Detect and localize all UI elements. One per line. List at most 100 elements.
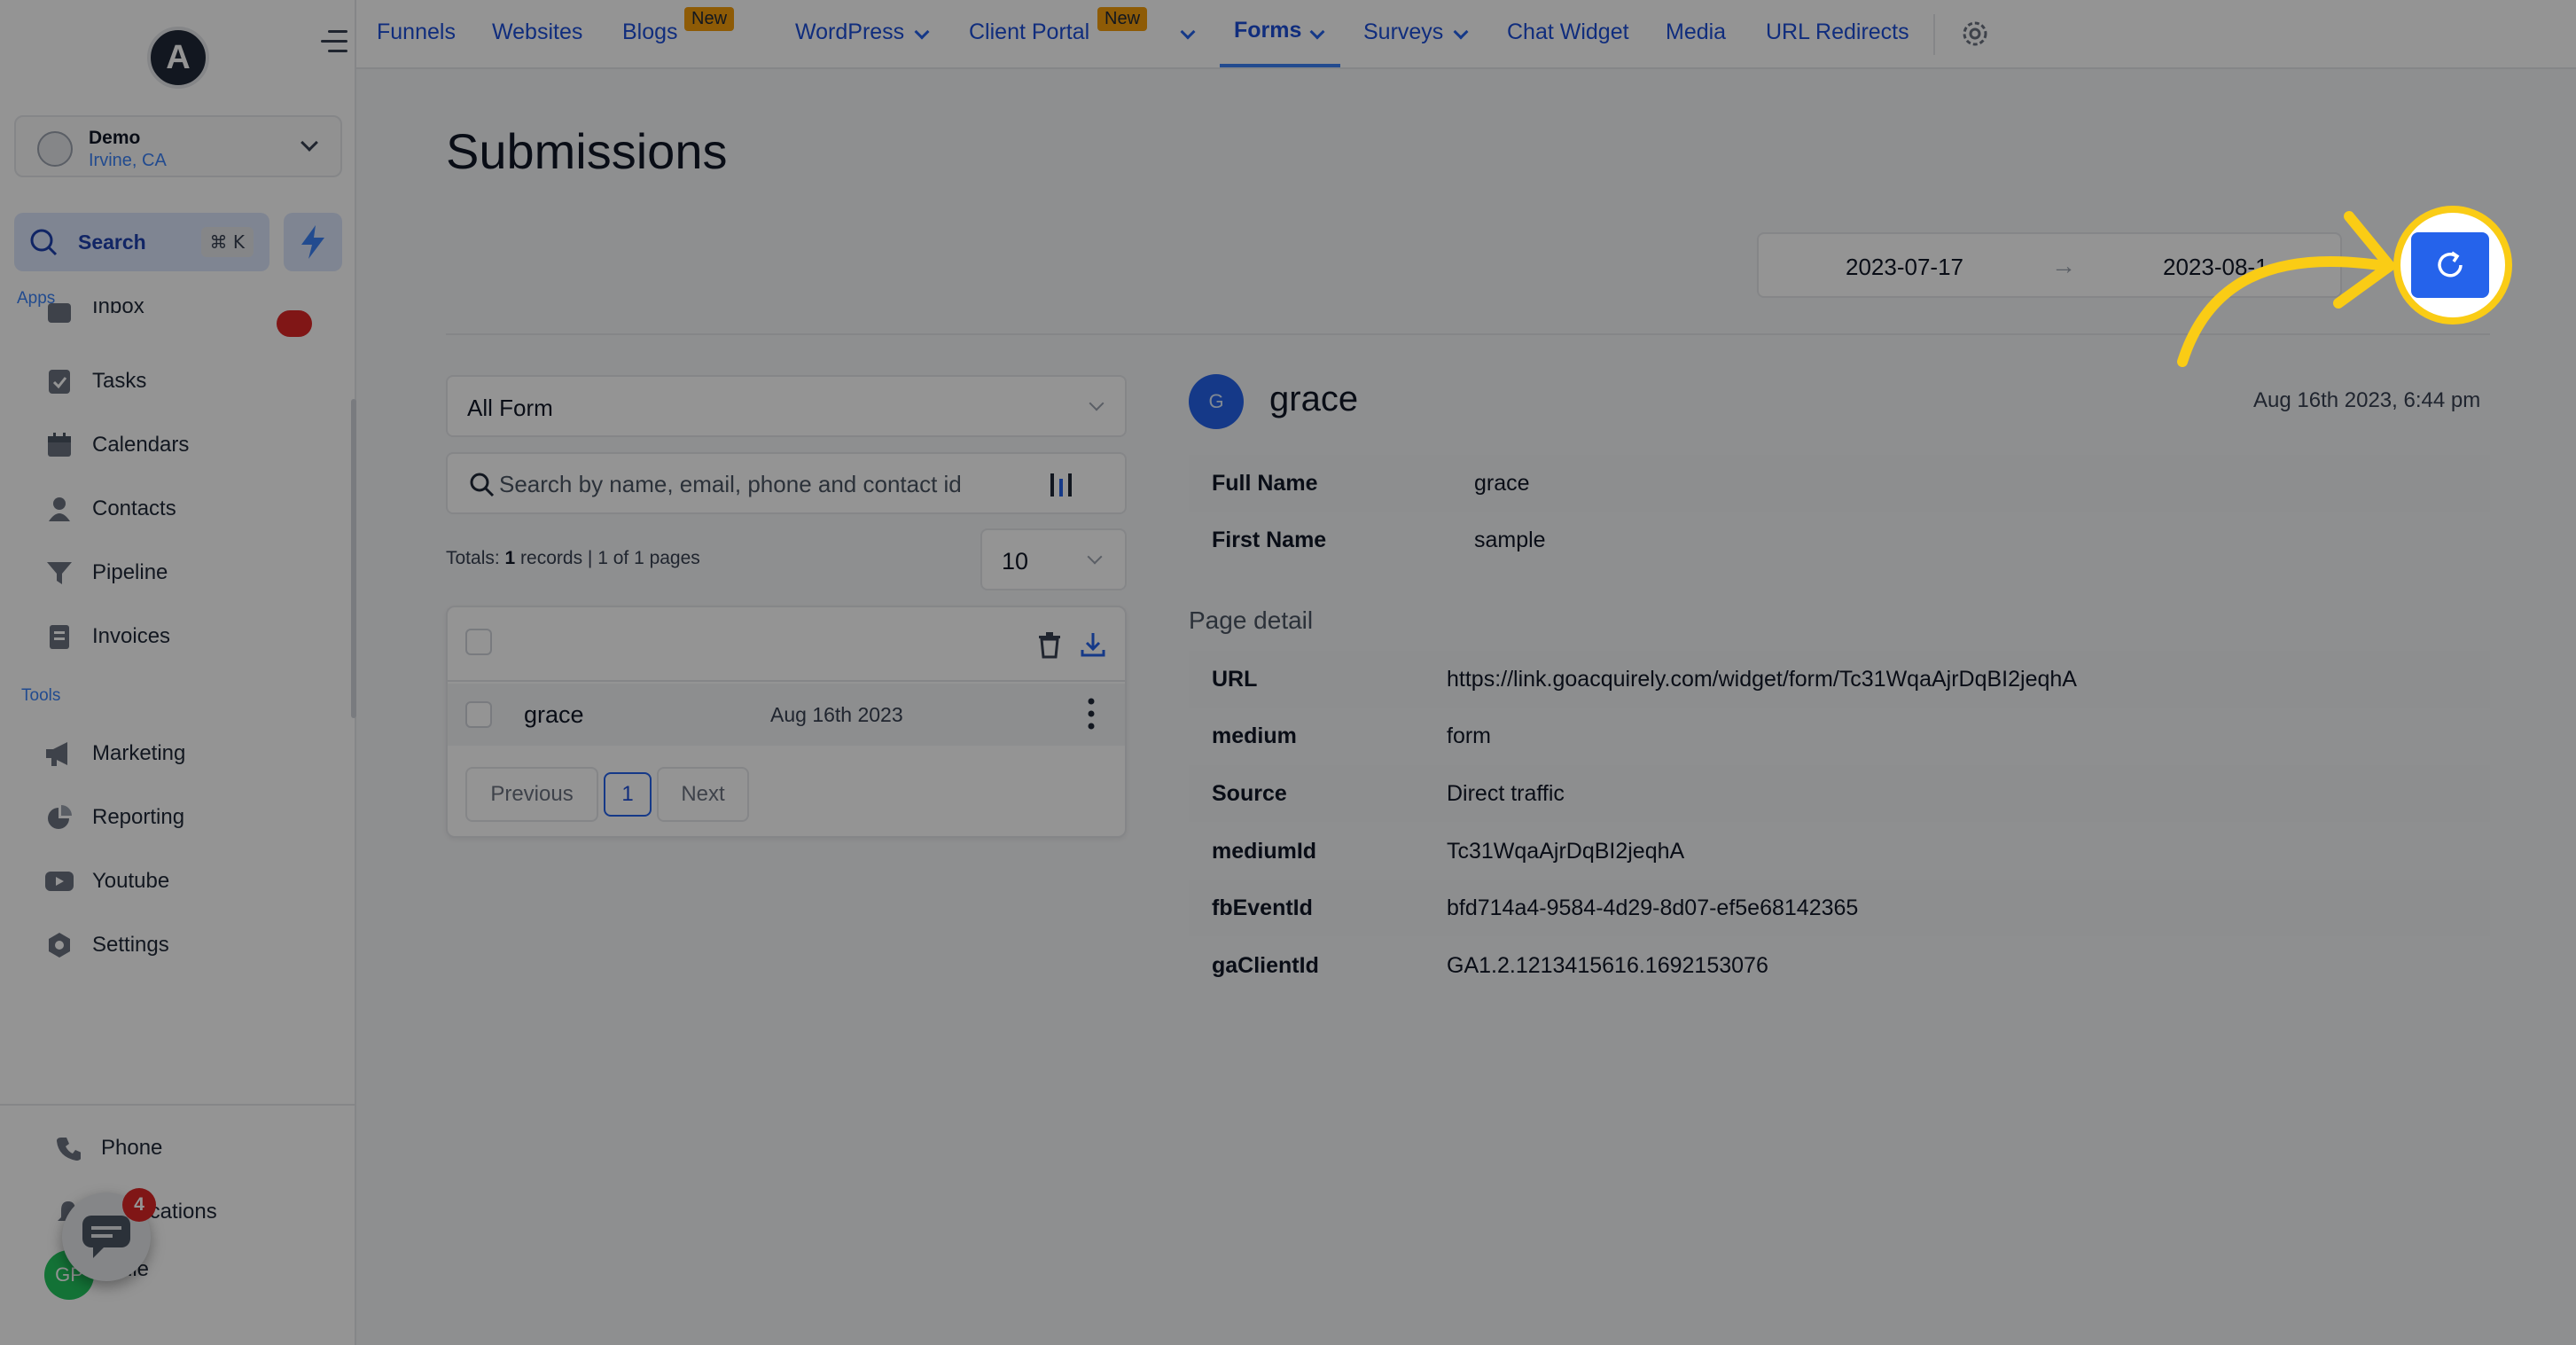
previous-page-button[interactable]: Previous	[465, 767, 598, 822]
field-row: URL https://link.goacquirely.com/widget/…	[1189, 651, 2490, 708]
chat-unread-badge: 4	[122, 1188, 156, 1222]
tab-wordpress[interactable]: WordPress	[795, 20, 904, 45]
per-page-select[interactable]: 10	[980, 528, 1127, 590]
field-row: fbEventId bfd714a4-9584-4d29-8d07-ef5e68…	[1189, 880, 2490, 936]
inbox-icon	[44, 301, 74, 325]
sidebar-scrollbar[interactable]	[351, 399, 356, 718]
field-key: medium	[1212, 723, 1297, 748]
tab-chat-widget[interactable]: Chat Widget	[1507, 20, 1629, 45]
date-start[interactable]: 2023-07-17	[1846, 254, 1963, 281]
avatar: G	[1189, 374, 1244, 429]
settings-gear-icon[interactable]	[1959, 18, 1991, 50]
funnel-icon	[44, 558, 74, 588]
sidebar-item-settings[interactable]: Settings	[44, 927, 169, 963]
sidebar-item-pipeline[interactable]: Pipeline	[44, 555, 168, 590]
refresh-icon	[2438, 251, 2463, 278]
field-row: Full Name grace	[1189, 455, 2490, 512]
trash-icon[interactable]	[1036, 630, 1063, 659]
tab-url-redirects[interactable]: URL Redirects	[1766, 20, 1909, 45]
field-value: Direct traffic	[1447, 781, 1565, 806]
sidebar-item-phone[interactable]: Phone	[53, 1130, 162, 1166]
sidebar-item-calendars[interactable]: Calendars	[44, 427, 189, 463]
field-value: bfd714a4-9584-4d29-8d07-ef5e68142365	[1447, 895, 1859, 920]
new-badge: New	[684, 7, 735, 31]
sidebar-item-youtube[interactable]: Youtube	[44, 864, 169, 899]
search-icon	[470, 473, 495, 497]
row-checkbox[interactable]	[465, 701, 492, 728]
tools-section-label: Tools	[21, 686, 61, 705]
sidebar-item-label: Youtube	[92, 869, 170, 893]
table-row[interactable]: grace Aug 16th 2023	[448, 684, 1125, 746]
tab-surveys[interactable]: Surveys	[1363, 20, 1443, 45]
row-date: Aug 16th 2023	[770, 703, 903, 726]
more-options-icon[interactable]	[1088, 698, 1095, 730]
field-value: Tc31WqaAjrDqBI2jeqhA	[1447, 839, 1685, 864]
field-key: First Name	[1212, 528, 1327, 552]
sidebar-divider	[0, 1104, 356, 1106]
submission-search-field[interactable]	[446, 452, 1127, 514]
tab-blogs[interactable]: Blogs	[622, 20, 678, 45]
submissions-list: grace Aug 16th 2023 Previous 1 Next	[446, 606, 1127, 838]
chevron-down-icon	[301, 134, 318, 152]
search-input[interactable]	[499, 465, 1031, 504]
totals-count: 1	[504, 548, 516, 568]
sidebar-item-label: Contacts	[92, 497, 176, 520]
chevron-down-icon	[1089, 395, 1105, 411]
sidebar-item-label: Pipeline	[92, 560, 168, 584]
chevron-down-icon	[1087, 549, 1103, 565]
tab-funnels[interactable]: Funnels	[377, 20, 456, 45]
filter-icon[interactable]	[1047, 470, 1075, 500]
location-switcher[interactable]: Demo Irvine, CA	[14, 115, 342, 177]
field-row: gaClientId GA1.2.1213415616.1692153076	[1189, 937, 2490, 994]
select-all-checkbox[interactable]	[465, 629, 492, 655]
chevron-down-icon	[1309, 24, 1325, 40]
field-key: mediumId	[1212, 839, 1317, 864]
next-page-button[interactable]: Next	[657, 767, 749, 822]
form-filter-select[interactable]: All Form	[446, 375, 1127, 437]
field-value: GA1.2.1213415616.1692153076	[1447, 953, 1768, 978]
field-key: fbEventId	[1212, 895, 1313, 920]
sidebar-search-button[interactable]: Search ⌘ K	[14, 213, 269, 271]
contacts-icon	[44, 494, 74, 524]
submission-name: grace	[1269, 379, 1359, 418]
page-number-button[interactable]: 1	[604, 772, 652, 817]
calendar-icon	[44, 430, 74, 460]
app-logo[interactable]: A	[147, 27, 209, 89]
tasks-icon	[44, 366, 74, 396]
field-key: URL	[1212, 667, 1258, 692]
arrow-right-icon: →	[2051, 252, 2076, 279]
field-key: gaClientId	[1212, 953, 1319, 978]
tab-forms[interactable]: Forms	[1234, 18, 1301, 43]
location-name: Demo	[89, 128, 141, 148]
tab-websites[interactable]: Websites	[492, 20, 582, 45]
chevron-down-icon	[1453, 24, 1469, 40]
sidebar-item-label: Reporting	[92, 805, 185, 829]
chevron-down-icon[interactable]	[1180, 24, 1196, 40]
sidebar-item-inbox[interactable]: Inbox	[44, 301, 144, 325]
field-value[interactable]: https://link.goacquirely.com/widget/form…	[1447, 667, 2077, 692]
field-row: medium form	[1189, 708, 2490, 764]
download-icon[interactable]	[1079, 630, 1107, 659]
sidebar-item-reporting[interactable]: Reporting	[44, 800, 184, 835]
nav-separator	[1933, 14, 1935, 55]
search-shortcut: ⌘ K	[200, 227, 254, 257]
collapse-menu-icon[interactable]	[321, 28, 347, 55]
active-tab-indicator	[1220, 64, 1340, 67]
sidebar: A Demo Irvine, CA Search ⌘ K Apps Inbox …	[0, 0, 356, 1345]
gear-icon	[44, 930, 74, 960]
tab-client-portal[interactable]: Client Portal	[969, 20, 1089, 45]
megaphone-icon	[44, 739, 74, 769]
field-row: mediumId Tc31WqaAjrDqBI2jeqhA	[1189, 823, 2490, 880]
sidebar-item-label: Phone	[101, 1136, 163, 1160]
page-title: Submissions	[446, 123, 728, 179]
quick-actions-button[interactable]	[284, 213, 342, 271]
new-badge: New	[1097, 7, 1148, 31]
sidebar-item-tasks[interactable]: Tasks	[44, 364, 146, 399]
sidebar-item-contacts[interactable]: Contacts	[44, 491, 176, 527]
sidebar-item-invoices[interactable]: Invoices	[44, 619, 170, 654]
sidebar-item-label: Inbox	[92, 301, 144, 318]
pie-chart-icon	[44, 802, 74, 833]
sidebar-item-marketing[interactable]: Marketing	[44, 736, 185, 771]
refresh-button[interactable]	[2411, 232, 2489, 298]
tab-media[interactable]: Media	[1666, 20, 1726, 45]
